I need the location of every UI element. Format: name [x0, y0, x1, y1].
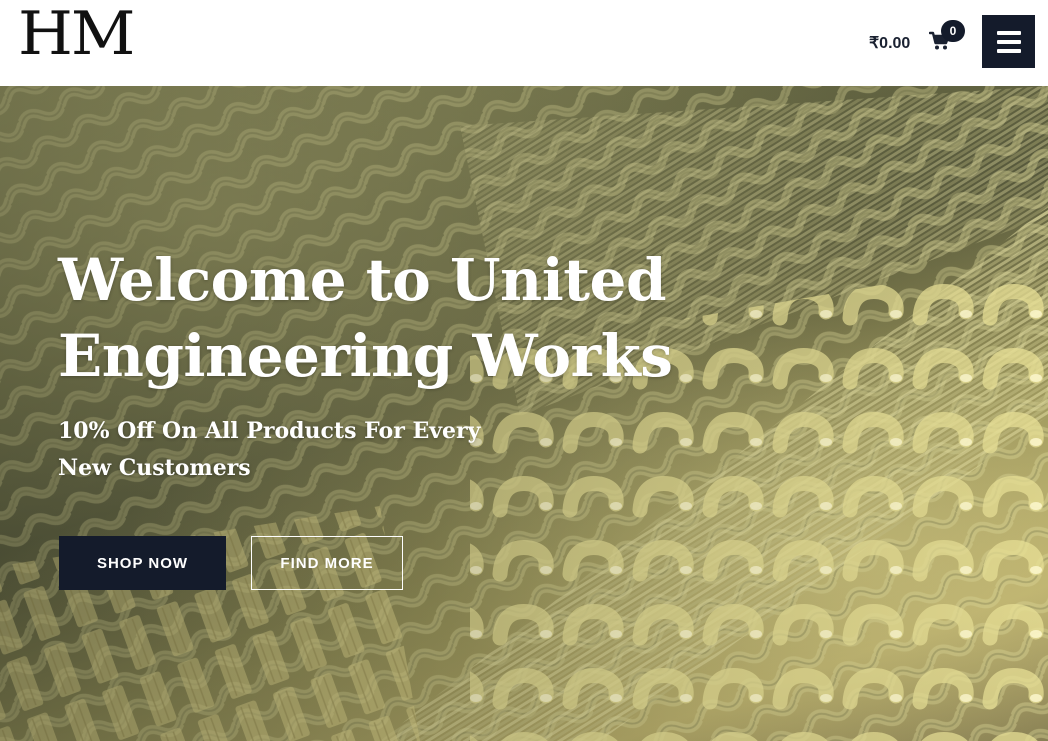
hero-title: Welcome to United Engineering Works [58, 246, 673, 390]
hero-subtitle: 10% Off On All Products For Every New Cu… [58, 418, 481, 481]
site-logo[interactable]: HM [18, 0, 135, 68]
cart-total[interactable]: ₹0.00 [869, 33, 910, 53]
hamburger-menu-button[interactable] [982, 15, 1035, 68]
site-header: HM ₹0.00 0 [0, 0, 1048, 86]
find-more-button[interactable]: FIND MORE [251, 536, 403, 590]
hamburger-menu-icon [996, 30, 1021, 35]
hero-banner: Welcome to United Engineering Works 10% … [0, 86, 1048, 741]
shop-now-button[interactable]: SHOP NOW [59, 536, 226, 590]
cart-count-badge: 0 [941, 20, 965, 42]
